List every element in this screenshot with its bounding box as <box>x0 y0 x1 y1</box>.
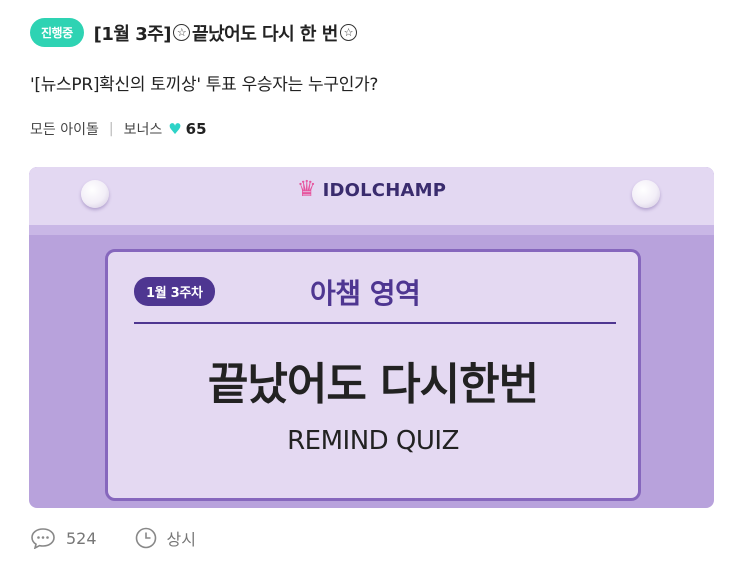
quiz-question[interactable]: '[뉴스PR]확신의 토끼상' 투표 우승자는 누구인가? <box>30 70 378 95</box>
quiz-meta: 모든 아이돌 | 보너스 ♥ 65 <box>30 119 207 139</box>
comment-count[interactable]: 524 <box>66 529 97 548</box>
star-circle-icon: ☆ <box>173 24 191 41</box>
bonus-label: 보너스 <box>123 122 163 138</box>
star-circle-icon: ☆ <box>339 24 357 41</box>
title-main: 끝났어도 다시 한 번 <box>192 23 338 45</box>
banner-top-shadow <box>29 225 714 235</box>
audience-label: 모든 아이돌 <box>30 122 99 138</box>
bonus-value: 65 <box>185 120 207 138</box>
banner-subtitle: REMIND QUIZ <box>287 426 459 456</box>
title-week: [1월 3주] <box>93 23 172 45</box>
quiz-title[interactable]: [1월 3주] ☆ 끝났어도 다시 한 번 ☆ <box>94 20 357 46</box>
banner-card: 1월 3주차 아챔 영역 끝났어도 다시한번 REMIND QUIZ <box>105 249 641 501</box>
clock-icon <box>135 527 156 549</box>
crown-icon: ♛ <box>296 177 317 202</box>
area-title: 아챔 영역 <box>310 277 421 310</box>
banner-big-title: 끝났어도 다시한번 <box>207 359 539 410</box>
comment-icon[interactable] <box>30 527 56 549</box>
brand-name: IDOLCHAMP <box>322 179 447 201</box>
brand-logo: ♛ IDOLCHAMP <box>29 179 714 201</box>
week-pill: 1월 3주차 <box>134 277 215 306</box>
quiz-footer: 524 상시 <box>30 526 196 550</box>
quiz-banner[interactable]: ♛ IDOLCHAMP 1월 3주차 아챔 영역 끝났어도 다시한번 REMIN… <box>29 167 714 508</box>
meta-divider: | <box>108 121 114 137</box>
duration-label: 상시 <box>166 530 196 549</box>
status-badge: 진행중 <box>30 18 84 47</box>
heart-icon: ♥ <box>168 120 182 138</box>
card-divider <box>134 322 616 324</box>
quiz-header: 진행중 [1월 3주] ☆ 끝났어도 다시 한 번 ☆ <box>30 18 357 47</box>
